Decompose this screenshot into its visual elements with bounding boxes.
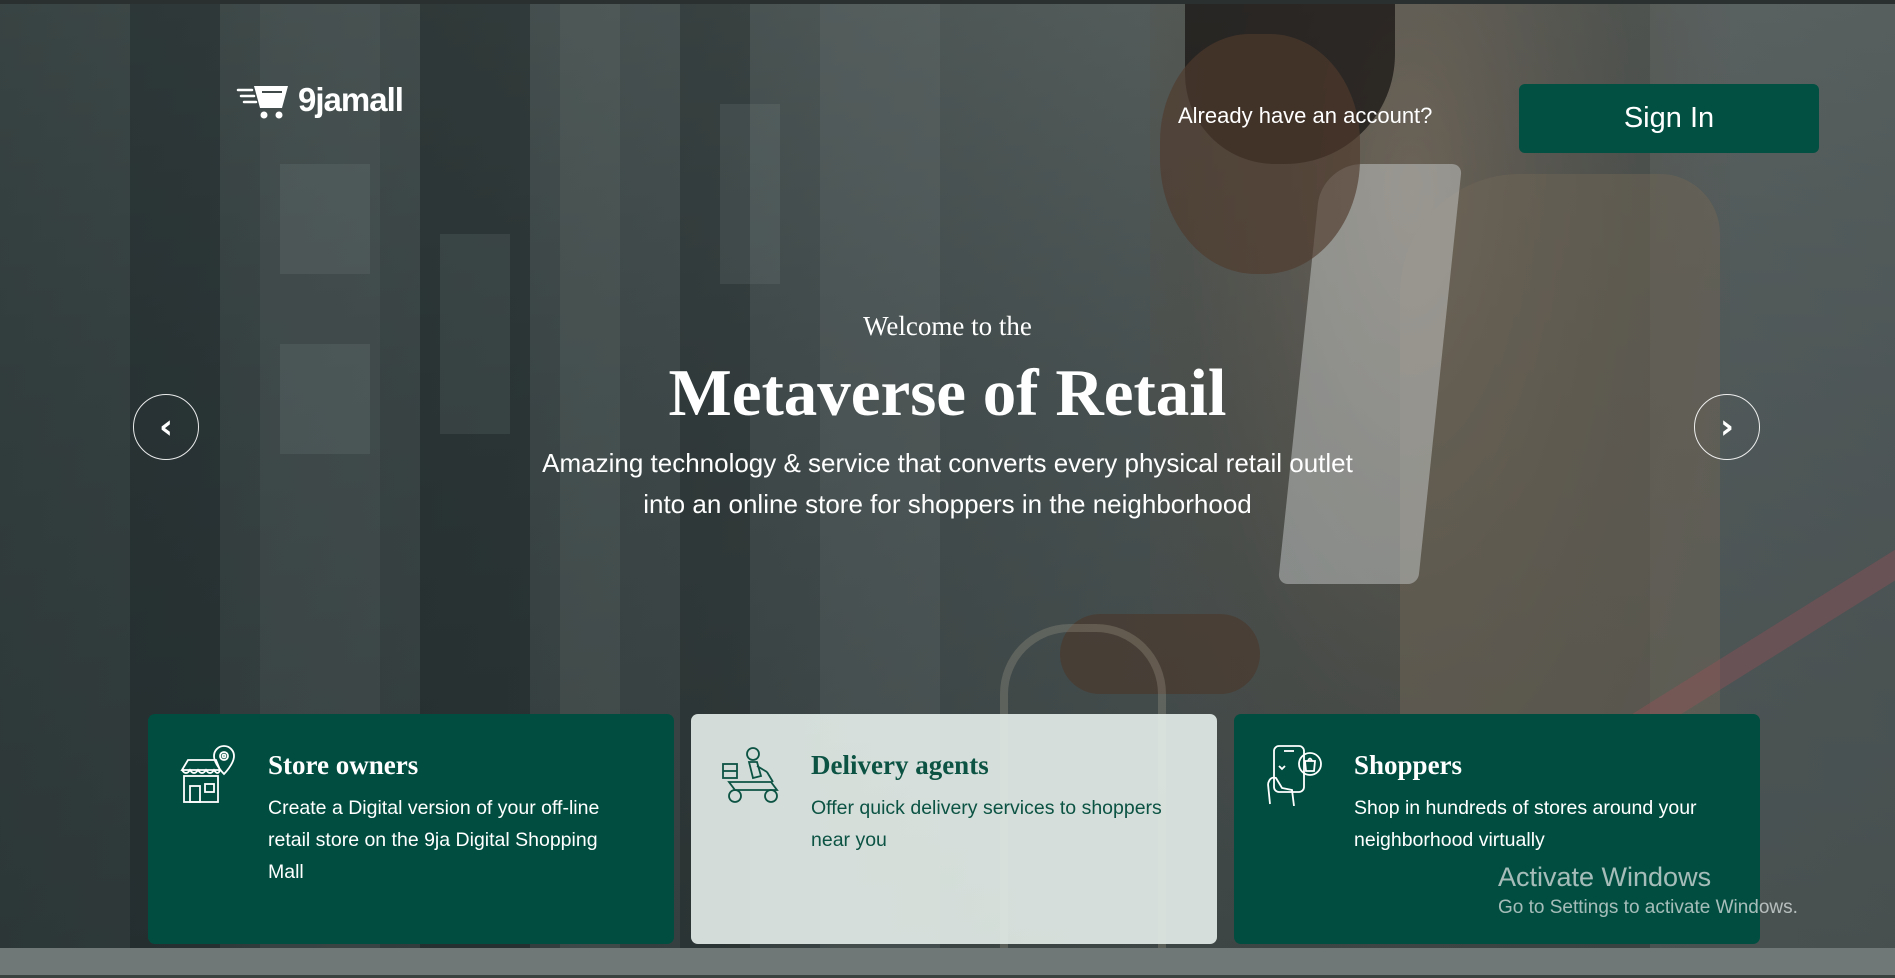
store-location-icon [180,745,235,803]
card-title: Shoppers [1354,750,1463,780]
delivery-scooter-icon [722,747,779,803]
hero-welcome-text: Welcome to the [863,311,1032,341]
card-title: Delivery agents [811,750,989,780]
phone-shopping-icon [1267,745,1322,806]
card-delivery-agents[interactable]: Delivery agents Offer quick delivery ser… [691,714,1217,944]
carousel-prev-button[interactable]: ‹ [133,394,199,460]
watermark-title: Activate Windows [1498,862,1712,892]
chevron-right-icon: › [1719,407,1734,447]
account-prompt: Already have an account? [1178,103,1433,128]
brand-logo[interactable]: 9jamall [236,80,404,120]
windows-activation-watermark: Activate Windows Go to Settings to activ… [1498,862,1798,919]
card-description: Offer quick delivery services to shopper… [811,797,1162,851]
sign-in-button[interactable]: Sign In [1519,84,1819,153]
card-description: Shop in hundreds of stores around your n… [1354,797,1697,851]
card-store-owners[interactable]: Store owners Create a Digital version of… [148,714,674,944]
cart-logo-icon [236,86,288,119]
hero-subtext: Amazing technology & service that conver… [542,448,1353,519]
card-description: Create a Digital version of your off-lin… [268,797,600,883]
page-bottom-strip [0,948,1895,978]
card-title: Store owners [268,750,419,780]
chevron-left-icon: ‹ [158,407,173,447]
logo-text: 9jamall [298,81,404,118]
carousel-next-button[interactable]: › [1694,394,1760,460]
watermark-subtitle: Go to Settings to activate Windows. [1498,897,1798,918]
hero-headline: Metaverse of Retail [668,356,1227,430]
